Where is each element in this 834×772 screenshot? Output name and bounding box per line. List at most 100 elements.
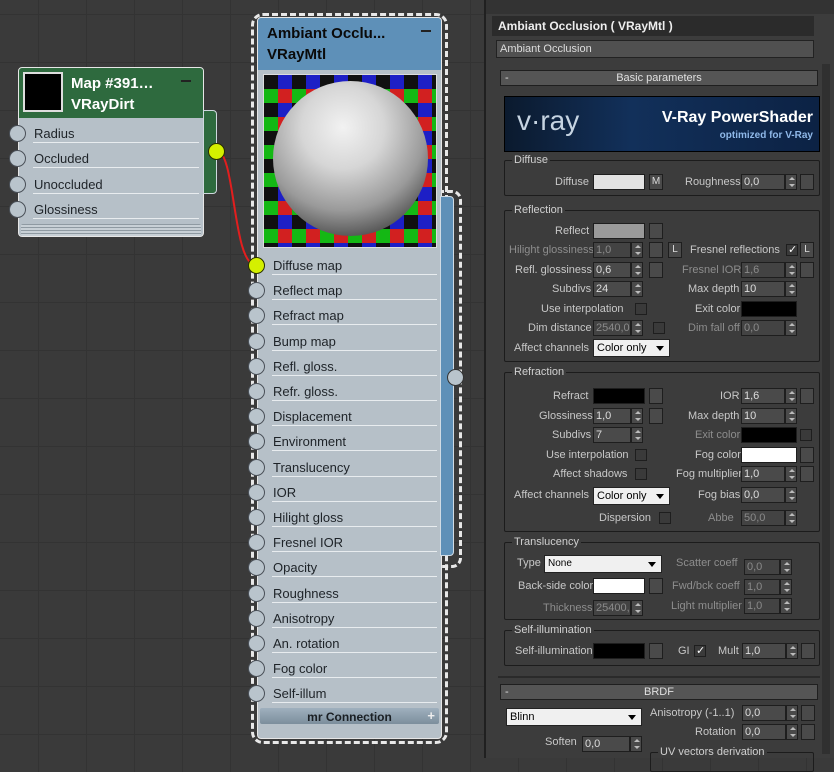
- input-port[interactable]: [248, 609, 265, 627]
- refl-use-interp-checkbox[interactable]: [635, 303, 647, 315]
- abbe-spinner[interactable]: [785, 510, 797, 526]
- refl-max-depth-field[interactable]: 10: [741, 281, 785, 297]
- dim-falloff-spinner[interactable]: [785, 320, 797, 336]
- slot-bump-map[interactable]: Bump map: [248, 329, 441, 354]
- vraymtl-node[interactable]: Ambiant Occlu... VRayMtl Diffuse map Refl…: [248, 17, 442, 739]
- refl-subdivs-field[interactable]: 24: [593, 281, 631, 297]
- slot-hilight-gloss[interactable]: Hilight gloss: [248, 505, 441, 530]
- basic-parameters-rollup[interactable]: - Basic parameters: [500, 70, 818, 86]
- input-port[interactable]: [9, 201, 26, 218]
- ior-map-button[interactable]: [800, 388, 814, 404]
- slot-anisotropy[interactable]: Anisotropy: [248, 606, 441, 631]
- slot-refract-map[interactable]: Refract map: [248, 303, 441, 328]
- fog-mult-field[interactable]: 1,0: [741, 466, 785, 482]
- anisotropy-spinner[interactable]: [786, 705, 798, 721]
- scrollbar[interactable]: [822, 64, 830, 754]
- slot-fresnel-ior[interactable]: Fresnel IOR: [248, 530, 441, 555]
- backside-map-button[interactable]: [649, 578, 663, 594]
- input-port[interactable]: [9, 150, 26, 167]
- ior-spinner[interactable]: [785, 388, 797, 404]
- refr-use-interp-checkbox[interactable]: [635, 449, 647, 461]
- input-port[interactable]: [248, 307, 265, 325]
- dim-distance-field[interactable]: 2540,0: [593, 320, 631, 336]
- input-radius[interactable]: Radius: [9, 121, 203, 146]
- minimize-icon[interactable]: [181, 80, 191, 82]
- slot-reflect-map[interactable]: Reflect map: [248, 278, 441, 303]
- refr-gloss-field[interactable]: 1,0: [593, 408, 631, 424]
- mult-field[interactable]: 1,0: [742, 643, 786, 659]
- output-port[interactable]: [208, 143, 225, 160]
- rotation-spinner[interactable]: [786, 724, 798, 740]
- input-glossiness[interactable]: Glossiness: [9, 197, 203, 222]
- light-mult-spinner[interactable]: [780, 598, 792, 614]
- input-port[interactable]: [248, 509, 265, 526]
- roughness-field[interactable]: 0,0: [741, 174, 785, 190]
- roughness-spinner[interactable]: [785, 174, 797, 190]
- backside-color[interactable]: [593, 578, 645, 594]
- rotation-map-button[interactable]: [801, 724, 815, 740]
- fresnel-ior-spinner[interactable]: [785, 262, 797, 278]
- refl-exit-color[interactable]: [741, 301, 797, 317]
- input-port[interactable]: [248, 257, 265, 274]
- fresnel-ior-map-button[interactable]: [800, 262, 814, 278]
- fwd-bck-field[interactable]: 1,0: [744, 579, 780, 595]
- slot-environment[interactable]: Environment: [248, 429, 441, 454]
- refract-map-button[interactable]: [649, 388, 663, 404]
- input-port[interactable]: [248, 282, 265, 300]
- scatter-coeff-field[interactable]: 0,0: [744, 559, 780, 575]
- mult-map-button[interactable]: [801, 643, 815, 659]
- refr-max-depth-field[interactable]: 10: [741, 408, 785, 424]
- add-icon[interactable]: +: [427, 708, 435, 723]
- thickness-spinner[interactable]: [631, 600, 643, 616]
- hilight-map-button[interactable]: [649, 242, 663, 258]
- affect-shadows-checkbox[interactable]: [635, 468, 647, 480]
- abbe-field[interactable]: 50,0: [741, 510, 785, 526]
- input-port[interactable]: [248, 635, 265, 652]
- node-header[interactable]: Map #391… VRayDirt: [19, 68, 203, 118]
- input-port[interactable]: [248, 584, 265, 602]
- slot-translucency[interactable]: Translucency: [248, 455, 441, 480]
- refl-affect-dropdown[interactable]: Color only: [593, 339, 670, 357]
- diffuse-map-button[interactable]: M: [649, 174, 663, 190]
- input-port[interactable]: [248, 332, 265, 350]
- refl-gloss-spinner[interactable]: [631, 262, 643, 278]
- brdf-rollup[interactable]: - BRDF: [500, 684, 818, 700]
- slot-roughness[interactable]: Roughness: [248, 581, 441, 606]
- fog-color-map-button[interactable]: [800, 447, 814, 463]
- slot-fog-color[interactable]: Fog color: [248, 656, 441, 681]
- soften-field[interactable]: 0,0: [582, 736, 630, 752]
- brdf-type-dropdown[interactable]: Blinn: [506, 708, 642, 726]
- refr-exit-checkbox[interactable]: [800, 429, 812, 441]
- self-illum-color[interactable]: [593, 643, 645, 659]
- input-port[interactable]: [248, 458, 265, 476]
- hilight-gloss-spinner[interactable]: [631, 242, 643, 258]
- input-unoccluded[interactable]: Unoccluded: [9, 172, 203, 197]
- fog-mult-map-button[interactable]: [800, 466, 814, 482]
- fog-mult-spinner[interactable]: [785, 466, 797, 482]
- soften-spinner[interactable]: [630, 736, 642, 752]
- anisotropy-field[interactable]: 0,0: [742, 705, 786, 721]
- slot-ior[interactable]: IOR: [248, 480, 441, 505]
- slot-displacement[interactable]: Displacement: [248, 404, 441, 429]
- fresnel-ior-field[interactable]: 1,6: [741, 262, 785, 278]
- rotation-field[interactable]: 0,0: [742, 724, 786, 740]
- input-port[interactable]: [248, 433, 265, 451]
- output-port[interactable]: [447, 369, 464, 386]
- collapse-icon[interactable]: -: [505, 71, 509, 85]
- refl-gloss-map-button[interactable]: [649, 262, 663, 278]
- input-occluded[interactable]: Occluded: [9, 146, 203, 171]
- refr-affect-dropdown[interactable]: Color only: [593, 487, 670, 505]
- refract-color[interactable]: [593, 388, 645, 404]
- diffuse-color[interactable]: [593, 174, 645, 190]
- self-illum-map-button[interactable]: [649, 643, 663, 659]
- input-port[interactable]: [9, 125, 26, 142]
- slot-an-rotation[interactable]: An. rotation: [248, 631, 441, 656]
- dim-falloff-field[interactable]: 0,0: [741, 320, 785, 336]
- roughness-map-button[interactable]: [800, 174, 814, 190]
- input-port[interactable]: [248, 483, 265, 501]
- mult-spinner[interactable]: [786, 643, 798, 659]
- refr-gloss-map-button[interactable]: [649, 408, 663, 424]
- fresnel-checkbox[interactable]: [786, 243, 798, 256]
- slot-diffuse-map[interactable]: Diffuse map: [248, 253, 441, 278]
- reflect-color[interactable]: [593, 223, 645, 239]
